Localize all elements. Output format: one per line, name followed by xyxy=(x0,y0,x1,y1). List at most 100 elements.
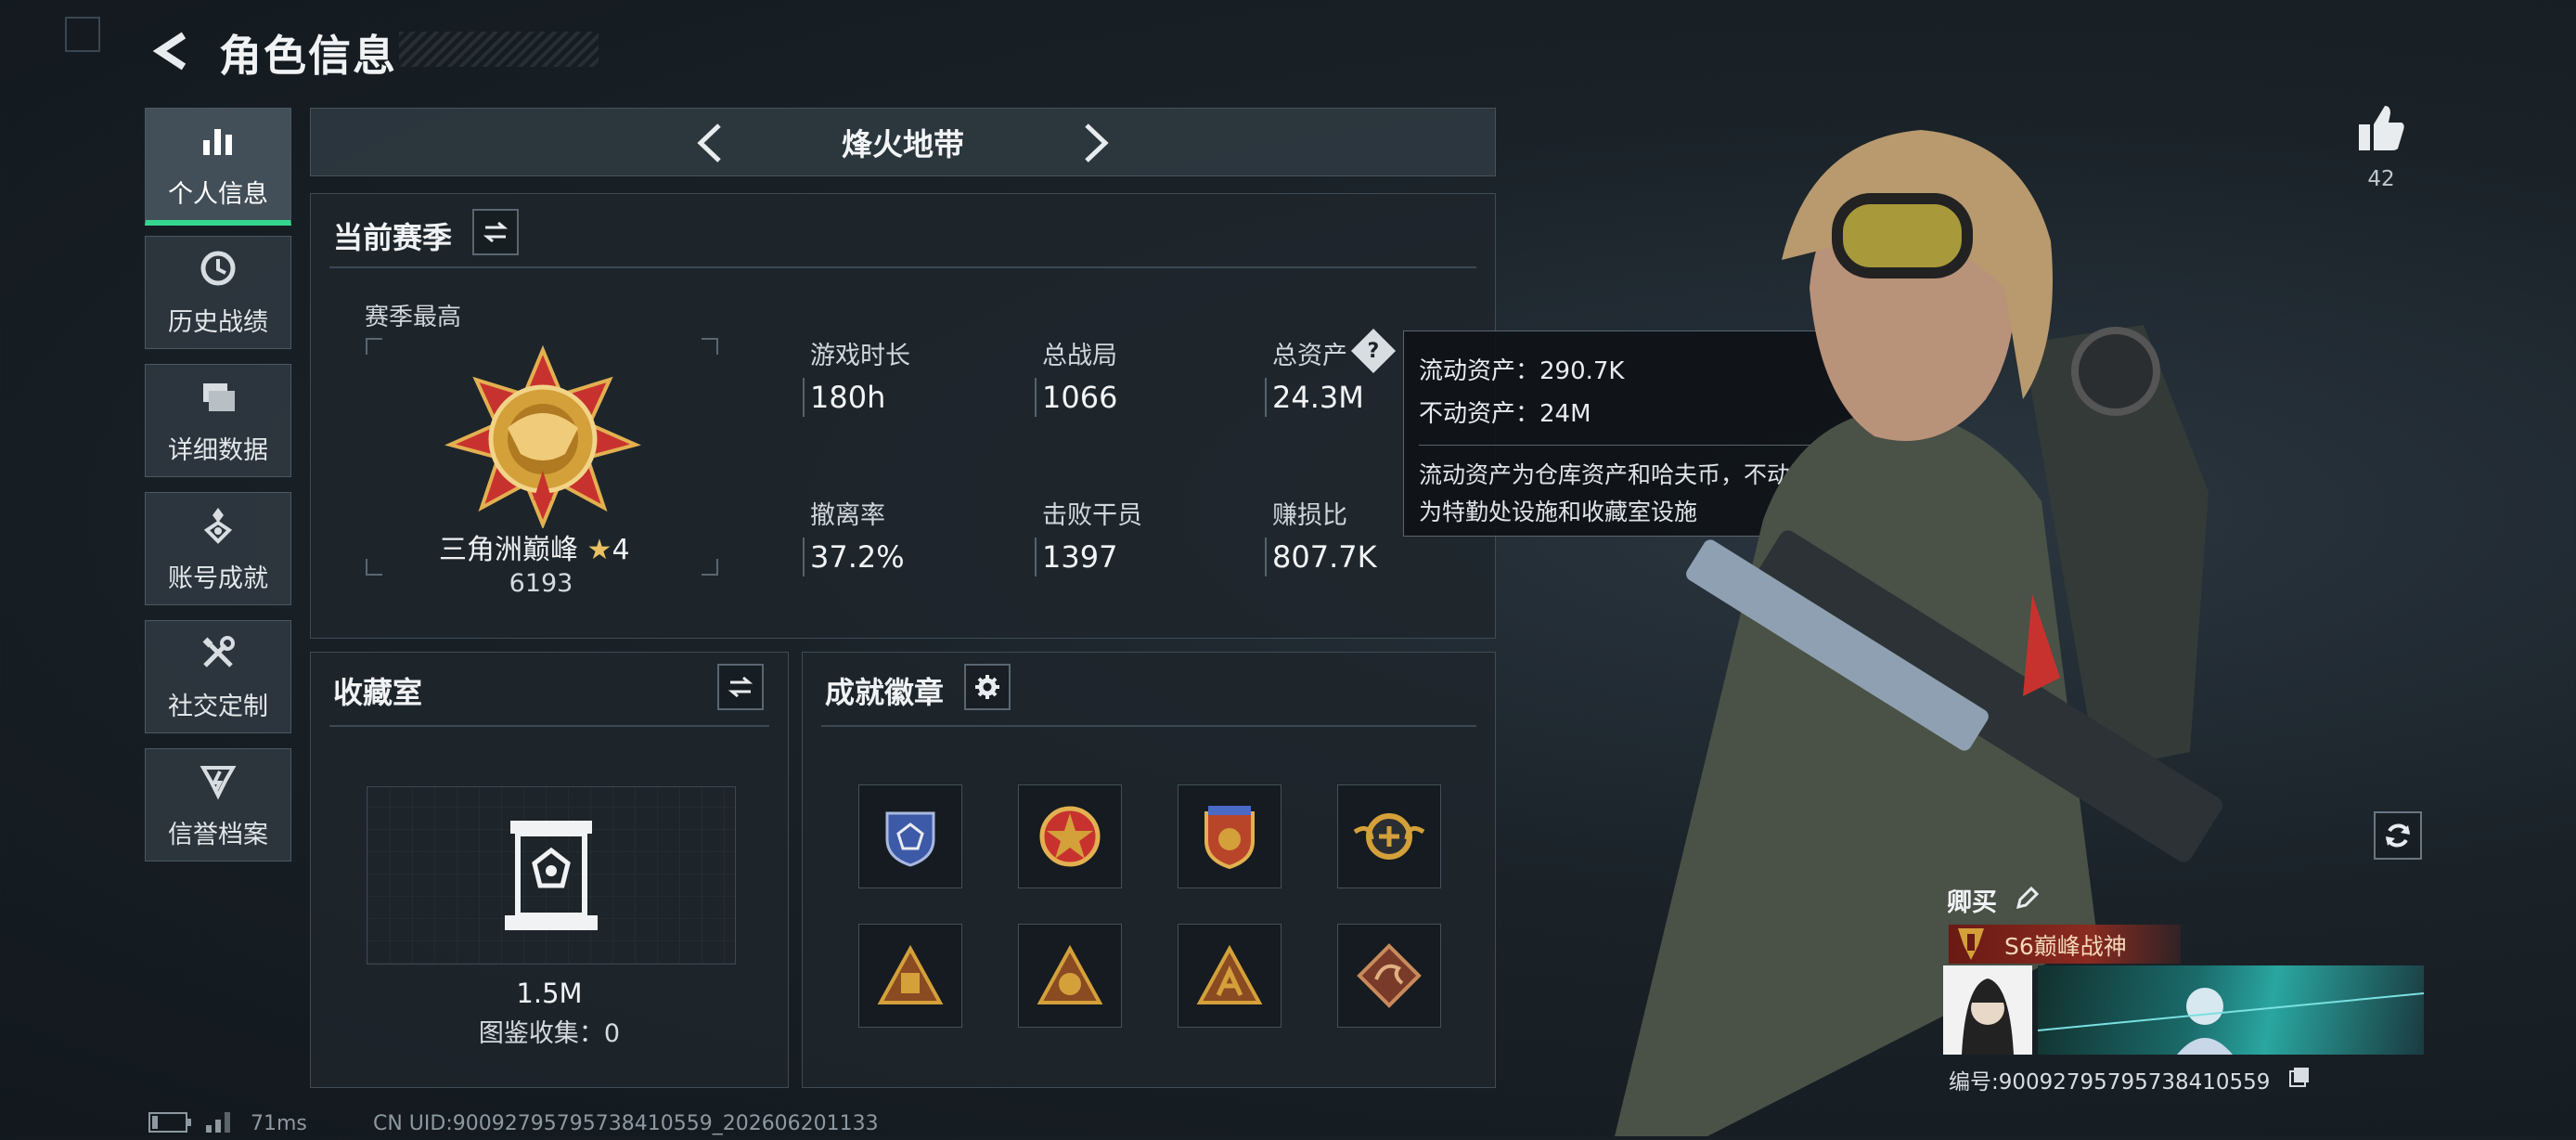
refresh-button[interactable] xyxy=(2374,811,2422,860)
stat-value: 807.7K xyxy=(1272,539,1377,575)
stat-label: 撤离率 xyxy=(810,501,885,530)
season-panel: 当前赛季 赛季最高 三角洲巅峰 ★4 6193 游戏时长 180h 总战局 10… xyxy=(310,193,1496,639)
folder-icon xyxy=(198,376,238,421)
refresh-icon xyxy=(2386,823,2410,848)
clock-icon xyxy=(198,248,238,292)
sidebar-item-achievements[interactable]: 账号成就 xyxy=(145,492,291,605)
sidebar-item-label: 个人信息 xyxy=(168,179,268,209)
divider xyxy=(821,725,1476,727)
badges-title: 成就徽章 xyxy=(825,675,945,710)
rank-emblem-icon xyxy=(441,343,645,532)
uid-text: CN UID:900927957957384105​59_20260620113… xyxy=(373,1112,879,1135)
badge-triangle-3-icon xyxy=(1196,945,1263,1004)
sidebar-item-label: 详细数据 xyxy=(168,435,268,465)
stat-bar xyxy=(803,538,805,576)
ping-text: 71ms xyxy=(251,1112,307,1135)
badge-slot[interactable] xyxy=(1337,784,1441,888)
player-name: 卿买 xyxy=(1947,888,1997,917)
rank-name: 三角洲巅峰 xyxy=(439,534,578,566)
mode-selector: 烽火地带 xyxy=(310,108,1496,176)
player-id: 编号:9009279579573841055​9 xyxy=(1949,1070,2271,1095)
back-arrow-icon[interactable] xyxy=(148,28,195,74)
sidebar-item-social[interactable]: 社交定制 xyxy=(145,620,291,733)
badge-shield-orange-icon xyxy=(1204,806,1255,870)
badge-shield-blue-icon xyxy=(885,811,935,867)
switch-collection-button[interactable] xyxy=(717,664,764,710)
season-best-label: 赛季最高 xyxy=(365,304,462,331)
like-count: 42 xyxy=(2367,167,2395,191)
stat-bar xyxy=(1265,378,1267,417)
copy-id-icon[interactable] xyxy=(2288,1066,2311,1092)
collection-title: 收藏室 xyxy=(333,675,423,710)
badges-panel: 成就徽章 xyxy=(802,652,1496,1088)
sidebar-item-details[interactable]: 详细数据 xyxy=(145,364,291,477)
stat-bar xyxy=(803,378,805,417)
switch-season-button[interactable] xyxy=(472,209,519,255)
battery-icon xyxy=(148,1112,193,1136)
collection-value: 1.5M xyxy=(516,978,583,1009)
swap-icon xyxy=(728,676,753,698)
gear-icon xyxy=(975,675,999,699)
rank-stars: 4 xyxy=(612,534,630,566)
collection-preview[interactable] xyxy=(367,786,736,965)
sidebar-item-history[interactable]: 历史战绩 xyxy=(145,236,291,349)
like-button[interactable] xyxy=(2355,102,2407,158)
stat-value: 180h xyxy=(810,380,886,415)
player-avatar[interactable] xyxy=(1943,965,2032,1055)
collection-panel: 收藏室 1.5M 图鉴收集：0 xyxy=(310,652,789,1088)
title-emblem-icon xyxy=(1954,926,1988,962)
page-title: 角色信息 xyxy=(219,31,397,81)
stat-bar xyxy=(1035,378,1037,417)
badge-slot[interactable] xyxy=(1018,924,1122,1028)
stat-value: 37.2% xyxy=(810,539,905,575)
badge-slot[interactable] xyxy=(1337,924,1441,1028)
collection-catalog: 图鉴收集：0 xyxy=(478,1019,621,1048)
sidebar-item-label: 社交定制 xyxy=(168,692,268,721)
thumbs-up-icon xyxy=(2359,106,2404,150)
divider xyxy=(329,725,769,727)
badge-wing-gold-icon xyxy=(1353,813,1425,860)
stat-bar xyxy=(1035,538,1037,576)
badge-slot[interactable] xyxy=(1018,784,1122,888)
shield-icon xyxy=(198,760,238,805)
sidebar-item-personal-info[interactable]: 个人信息 xyxy=(145,108,291,226)
badge-settings-button[interactable] xyxy=(964,664,1011,710)
sidebar-item-label: 历史战绩 xyxy=(168,307,268,337)
player-banner-card[interactable] xyxy=(2037,965,2425,1055)
swap-icon xyxy=(483,221,509,243)
tools-icon xyxy=(198,632,238,677)
signal-icon xyxy=(204,1110,234,1136)
stat-value: 1066 xyxy=(1042,380,1118,415)
badge-slot[interactable] xyxy=(858,924,962,1028)
title-decoration xyxy=(399,32,599,67)
sidebar-item-label: 信誉档案 xyxy=(168,820,268,849)
badge-dragon-icon xyxy=(1357,943,1422,1008)
edit-name-icon[interactable] xyxy=(2015,886,2040,914)
player-title-banner: S6巅峰战神 xyxy=(1949,925,2181,964)
badge-triangle-1-icon xyxy=(877,945,944,1004)
stat-label: 击败干员 xyxy=(1042,501,1142,530)
stat-label: 总战局 xyxy=(1042,342,1117,370)
stat-value: 1397 xyxy=(1042,539,1118,575)
rank-name-row: 三角洲巅峰 ★4 xyxy=(439,526,630,567)
corner-decoration xyxy=(65,17,100,52)
rank-score: 6193 xyxy=(509,569,573,598)
stat-label: 赚损比 xyxy=(1272,501,1347,530)
display-case-icon xyxy=(503,819,599,936)
star-icon: ★ xyxy=(586,534,612,566)
stat-label: 总资产 xyxy=(1272,342,1347,370)
stat-bar xyxy=(1265,538,1267,576)
badge-slot[interactable] xyxy=(858,784,962,888)
badge-slot[interactable] xyxy=(1178,784,1282,888)
player-title: S6巅峰战神 xyxy=(2004,933,2127,960)
sidebar-item-label: 账号成就 xyxy=(168,564,268,593)
badge-slot[interactable] xyxy=(1178,924,1282,1028)
stat-value: 24.3M xyxy=(1272,380,1364,415)
bar-chart-icon xyxy=(198,120,238,164)
badge-star-red-icon xyxy=(1039,806,1101,867)
sidebar-item-reputation[interactable]: 信誉档案 xyxy=(145,748,291,861)
help-icon[interactable]: ? xyxy=(1350,328,1397,374)
next-mode-arrow-icon[interactable] xyxy=(1077,122,1114,168)
mode-label: 烽火地带 xyxy=(842,126,964,162)
stat-label: 游戏时长 xyxy=(810,342,910,370)
